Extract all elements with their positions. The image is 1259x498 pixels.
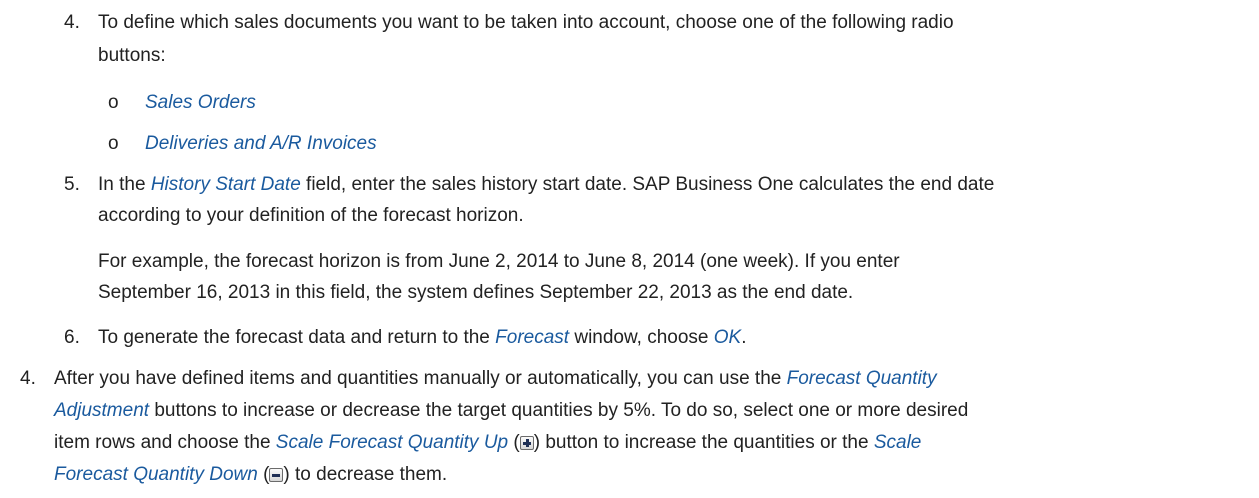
step-4b-text-line-3: item rows and choose the Scale Forecast … xyxy=(54,432,922,453)
step-5-text-line-1: In the History Start Date field, enter t… xyxy=(98,174,995,195)
plus-icon xyxy=(519,436,534,450)
step-5-text-line-2: according to your definition of the fore… xyxy=(98,205,524,226)
history-start-date-term: History Start Date xyxy=(150,174,301,195)
forecast-term: Forecast xyxy=(495,327,570,348)
forecast-quantity-down-term: Forecast Quantity Down xyxy=(54,464,258,485)
step-4-number: 4. xyxy=(64,12,80,33)
step-4-text-line-1: To define which sales documents you want… xyxy=(98,12,954,33)
step-6-text: To generate the forecast data and return… xyxy=(98,327,747,348)
step-6-number: 6. xyxy=(64,327,80,348)
step-4b-text-line-4: Forecast Quantity Down () to decrease th… xyxy=(54,464,448,485)
minus-icon xyxy=(269,468,284,482)
scale-forecast-quantity-up-term: Scale Forecast Quantity Up xyxy=(275,432,509,453)
option-bullet: o xyxy=(108,92,119,113)
step-5-number: 5. xyxy=(64,174,80,195)
forecast-quantity-term: Forecast Quantity xyxy=(786,368,937,389)
adjustment-term: Adjustment xyxy=(54,400,150,421)
example-text-line-1: For example, the forecast horizon is fro… xyxy=(98,251,900,272)
step-4b-text-line-2: Adjustment buttons to increase or decrea… xyxy=(54,400,969,421)
example-text-line-2: September 16, 2013 in this field, the sy… xyxy=(98,282,854,303)
option-bullet: o xyxy=(108,133,119,154)
ok-term: OK xyxy=(713,327,742,348)
option-deliveries-ar-invoices: Deliveries and A/R Invoices xyxy=(145,133,377,154)
step-4-text-line-2: buttons: xyxy=(98,45,166,66)
step-4b-text-line-1: After you have defined items and quantit… xyxy=(54,368,937,389)
step-4b-number: 4. xyxy=(20,368,36,389)
scale-term: Scale xyxy=(873,432,922,453)
option-sales-orders: Sales Orders xyxy=(145,92,256,113)
